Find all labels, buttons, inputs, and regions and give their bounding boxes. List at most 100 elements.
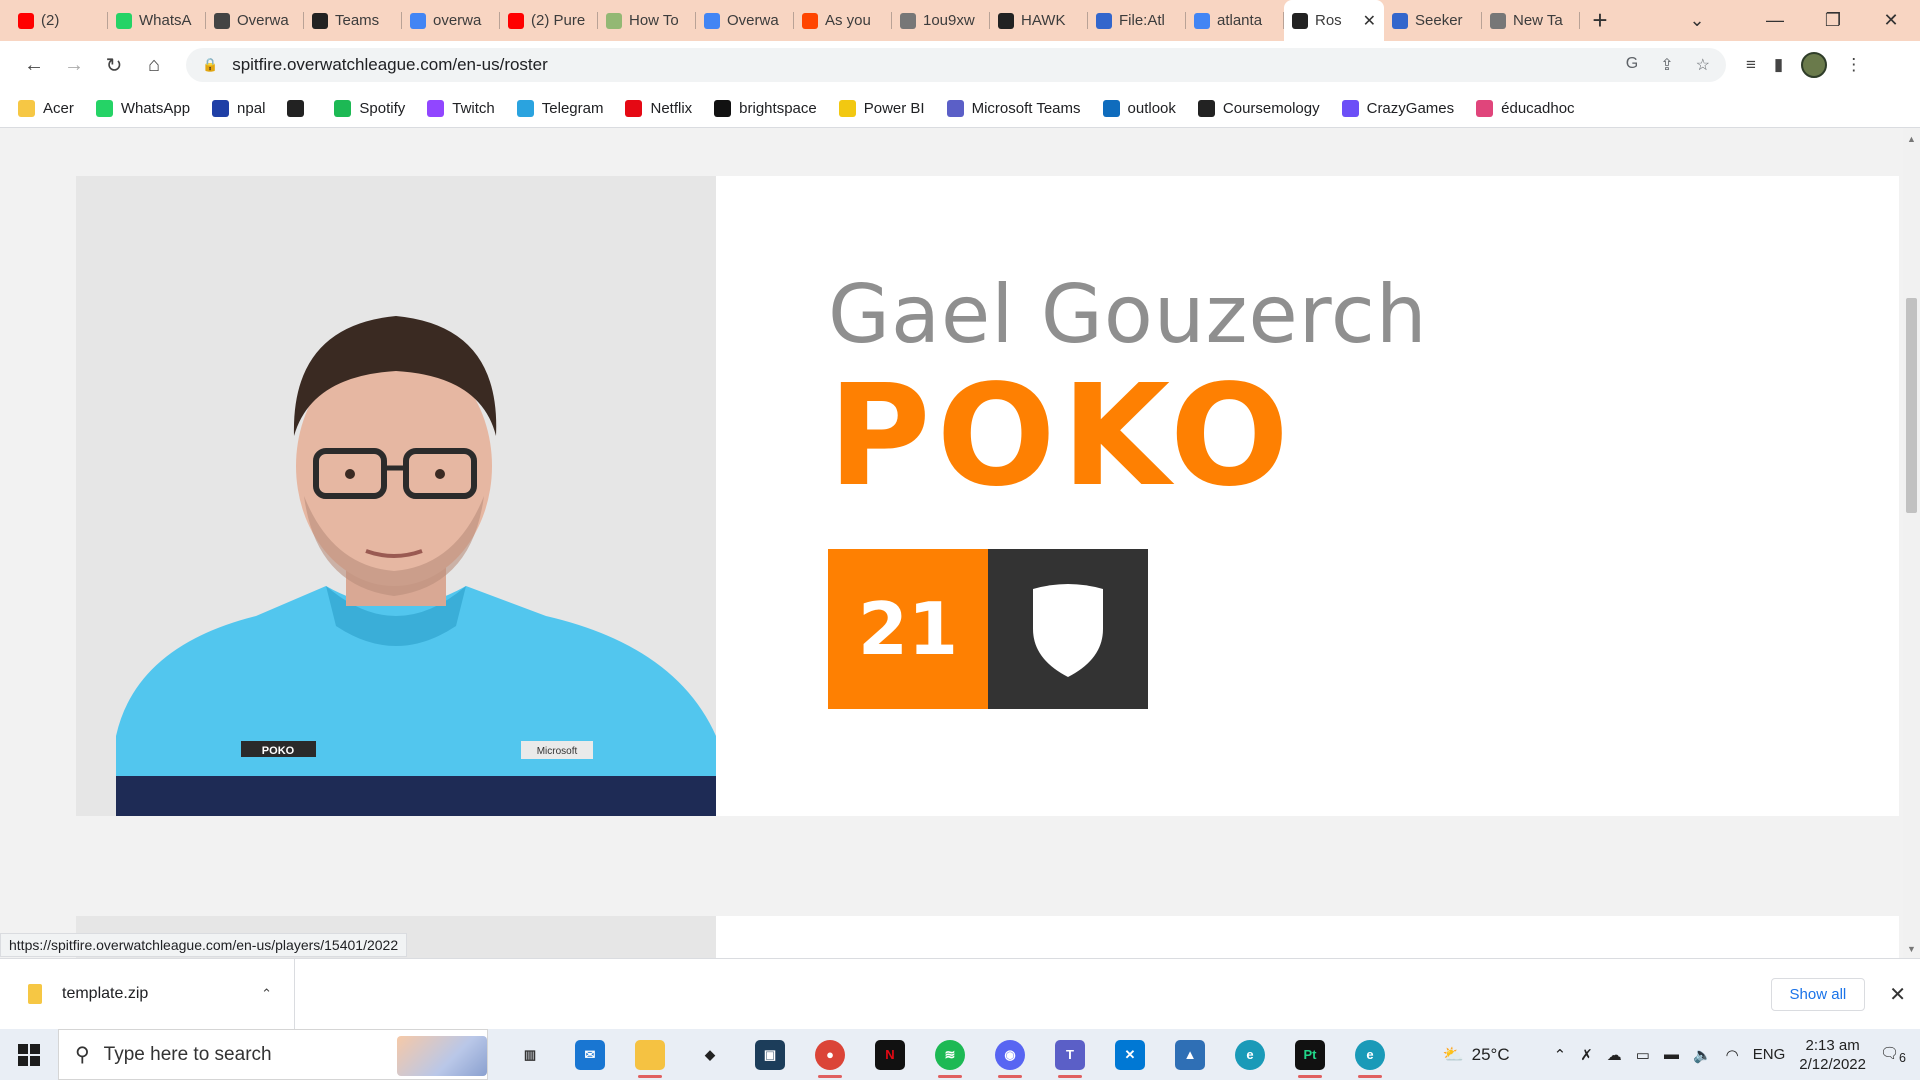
tab-title[interactable]: As you	[825, 12, 884, 29]
tab-title[interactable]: How To	[629, 12, 688, 29]
taskbar-clock[interactable]: 2:13 am 2/12/2022	[1799, 1036, 1866, 1074]
bookmark-label[interactable]: npal	[237, 100, 265, 117]
weather-widget[interactable]: ⛅ 25°C	[1442, 1045, 1509, 1065]
bookmark-label[interactable]: WhatsApp	[121, 100, 190, 117]
address-bar[interactable]: 🔒 spitfire.overwatchleague.com/en-us/ros…	[186, 48, 1726, 82]
side-panel-icon[interactable]: ▮	[1774, 55, 1783, 75]
minimize-button[interactable]: —	[1746, 10, 1804, 31]
bookmark-item[interactable]: Microsoft Teams	[946, 99, 1081, 117]
bookmark-item[interactable]: npal	[212, 99, 265, 117]
browser-tab[interactable]: Overwa	[696, 0, 794, 41]
tab-title[interactable]: Seeker	[1415, 12, 1474, 29]
tab-search-button[interactable]: ⌄	[1668, 10, 1726, 31]
browser-tab[interactable]: As you	[794, 0, 892, 41]
maximize-button[interactable]: ❐	[1804, 10, 1862, 31]
tab-title[interactable]: (2) Pure	[531, 12, 590, 29]
tab-title[interactable]: HAWK	[1021, 12, 1080, 29]
bookmark-item[interactable]: Coursemology	[1197, 99, 1320, 117]
browser-menu-icon[interactable]: ⋮	[1845, 55, 1862, 75]
close-tab-icon[interactable]: ✕	[1363, 11, 1376, 31]
start-button[interactable]	[0, 1029, 58, 1080]
notification-center-icon[interactable]: 🗨6	[1880, 1044, 1906, 1065]
scroll-down-arrow-icon[interactable]: ▼	[1903, 944, 1920, 954]
browser-tab[interactable]: 1ou9xw	[892, 0, 990, 41]
bookmark-item[interactable]: WhatsApp	[95, 99, 190, 117]
dropbox-icon[interactable]: ◆	[680, 1029, 740, 1080]
bookmark-label[interactable]: Telegram	[542, 100, 604, 117]
browser-tab[interactable]: Overwa	[206, 0, 304, 41]
bookmark-label[interactable]: Power BI	[864, 100, 925, 117]
url-text[interactable]: spitfire.overwatchleague.com/en-us/roste…	[232, 55, 1626, 75]
tray-overflow-chevron-icon[interactable]: ⌃	[1554, 1046, 1567, 1064]
taskbar-search[interactable]: ⚲ Type here to search	[58, 1029, 488, 1080]
task-view-button[interactable]: ▥	[500, 1029, 560, 1080]
tab-title[interactable]: New Ta	[1513, 12, 1572, 29]
tab-title[interactable]: 1ou9xw	[923, 12, 982, 29]
edge-dev-icon[interactable]: e	[1340, 1029, 1400, 1080]
browser-tab[interactable]: File:Atl	[1088, 0, 1186, 41]
chrome-icon[interactable]: ●	[800, 1029, 860, 1080]
bookmark-label[interactable]: éducadhoc	[1501, 100, 1574, 117]
profile-avatar[interactable]	[1801, 52, 1828, 78]
browser-tab[interactable]: atlanta	[1186, 0, 1284, 41]
bookmark-item[interactable]: CrazyGames	[1341, 99, 1454, 117]
google-lens-icon[interactable]: G	[1626, 55, 1638, 75]
bookmark-item[interactable]: Power BI	[838, 99, 925, 117]
pycharm-icon[interactable]: Pt	[1280, 1029, 1340, 1080]
language-indicator[interactable]: ENG	[1753, 1046, 1786, 1063]
share-icon[interactable]: ⇪	[1660, 55, 1673, 75]
tab-title[interactable]: overwa	[433, 12, 492, 29]
bookmark-star-icon[interactable]: ☆	[1696, 55, 1710, 75]
download-item[interactable]: template.zip ⌃	[0, 958, 295, 1030]
bookmark-item[interactable]: Acer	[18, 99, 74, 117]
browser-tab[interactable]: WhatsA	[108, 0, 206, 41]
wifi-icon[interactable]: ◠	[1726, 1046, 1739, 1064]
back-button[interactable]: ←	[14, 45, 54, 85]
bookmark-label[interactable]: Spotify	[359, 100, 405, 117]
tab-title[interactable]: (2)	[41, 12, 100, 29]
browser-tab[interactable]: New Ta	[1482, 0, 1580, 41]
bookmark-item[interactable]: outlook	[1102, 99, 1176, 117]
browser-tab[interactable]: How To	[598, 0, 696, 41]
bookmark-item[interactable]: Netflix	[625, 99, 692, 117]
browser-tab[interactable]: (2) Pure	[500, 0, 598, 41]
new-tab-button[interactable]: +	[1580, 0, 1620, 41]
meet-now-icon[interactable]: ▭	[1636, 1046, 1650, 1064]
discord-icon[interactable]: ◉	[980, 1029, 1040, 1080]
teams-icon[interactable]: T	[1040, 1029, 1100, 1080]
browser-tab[interactable]: Seeker	[1384, 0, 1482, 41]
bookmark-label[interactable]: Microsoft Teams	[972, 100, 1081, 117]
app-store-icon[interactable]: ▣	[740, 1029, 800, 1080]
battery-icon[interactable]: ▬	[1664, 1046, 1679, 1063]
forward-button[interactable]: →	[54, 45, 94, 85]
tab-title[interactable]: Teams	[335, 12, 394, 29]
bookmark-label[interactable]: Netflix	[650, 100, 692, 117]
browser-tab[interactable]: (2)	[10, 0, 108, 41]
scroll-up-arrow-icon[interactable]: ▲	[1903, 134, 1920, 144]
close-download-bar-icon[interactable]: ✕	[1889, 982, 1906, 1007]
mail-app-icon[interactable]: ✉	[560, 1029, 620, 1080]
bookmark-item[interactable]: brightspace	[714, 99, 817, 117]
bookmark-item[interactable]	[287, 99, 312, 117]
netflix-icon[interactable]: N	[860, 1029, 920, 1080]
bookmark-label[interactable]: brightspace	[739, 100, 817, 117]
player-card[interactable]: POKO Microsoft Gael Gouzerch POKO 21	[76, 176, 1899, 816]
vpn-icon[interactable]: ✗	[1580, 1046, 1593, 1064]
taskbar-search-placeholder[interactable]: Type here to search	[104, 1044, 272, 1066]
browser-tab[interactable]: HAWK	[990, 0, 1088, 41]
file-explorer-icon[interactable]	[620, 1029, 680, 1080]
chevron-up-icon[interactable]: ⌃	[261, 986, 272, 1002]
volume-icon[interactable]: 🔈	[1693, 1046, 1712, 1064]
spotify-icon[interactable]: ≋	[920, 1029, 980, 1080]
bookmark-item[interactable]: éducadhoc	[1476, 99, 1575, 117]
bookmark-item[interactable]: Telegram	[516, 99, 604, 117]
bookmark-label[interactable]: Acer	[43, 100, 74, 117]
tab-title[interactable]: Overwa	[727, 12, 786, 29]
tab-title[interactable]: Overwa	[237, 12, 296, 29]
close-window-button[interactable]: ✕	[1862, 10, 1920, 31]
bookmark-label[interactable]: Coursemology	[1223, 100, 1320, 117]
bookmark-item[interactable]: Spotify	[334, 99, 405, 117]
onedrive-icon[interactable]: ☁	[1607, 1046, 1622, 1064]
browser-tab[interactable]: overwa	[402, 0, 500, 41]
vscode-icon[interactable]: ✕	[1100, 1029, 1160, 1080]
